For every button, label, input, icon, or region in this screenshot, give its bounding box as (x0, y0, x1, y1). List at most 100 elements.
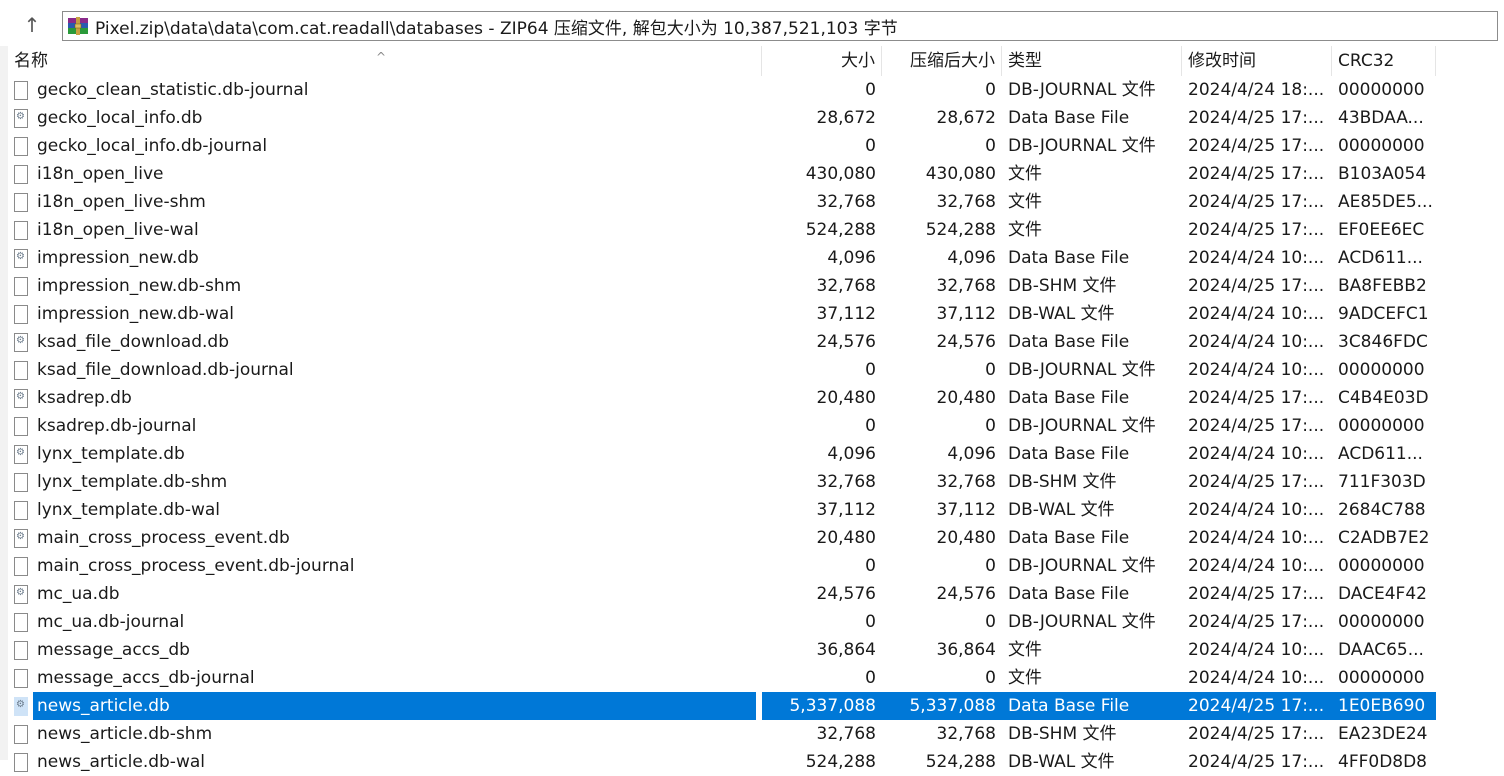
file-name-cell[interactable]: impression_new.db (8, 244, 762, 272)
file-name: lynx_template.db-wal (37, 500, 221, 520)
file-name-cell[interactable]: ksadrep.db-journal (8, 412, 762, 440)
file-name-cell[interactable]: lynx_template.db-wal (8, 496, 762, 524)
file-size-cell: 0 (865, 136, 876, 156)
file-name-cell[interactable]: lynx_template.db (8, 440, 762, 468)
file-name-cell[interactable]: main_cross_process_event.db-journal (8, 552, 762, 580)
table-row[interactable]: ksadrep.db 20,480 20,480 Data Base File 2024… (8, 384, 1504, 412)
file-name-cell[interactable]: i18n_open_live-wal (8, 216, 762, 244)
column-header-compressed[interactable]: 压缩后大小 (882, 46, 1002, 76)
table-row[interactable]: ksad_file_download.db-journal 0 0 DB-JOURNA… (8, 356, 1504, 384)
file-type-cell: DB-SHM 文件 (1008, 472, 1117, 492)
file-name: gecko_clean_statistic.db-journal (37, 80, 309, 100)
table-row[interactable]: impression_new.db 4,096 4,096 Data Base Fil… (8, 244, 1504, 272)
file-name: i18n_open_live-shm (37, 192, 206, 212)
table-row[interactable]: gecko_clean_statistic.db-journal 0 0 DB-JOU… (8, 76, 1504, 104)
file-name-cell[interactable]: gecko_local_info.db-journal (8, 132, 762, 160)
file-type-cell: DB-SHM 文件 (1008, 724, 1117, 744)
file-name-cell[interactable]: gecko_local_info.db (8, 104, 762, 132)
file-name-cell[interactable]: impression_new.db-shm (8, 272, 762, 300)
file-type-cell: 文件 (1008, 192, 1042, 212)
file-name: lynx_template.db-shm (37, 472, 228, 492)
file-name-cell[interactable]: news_article.db-shm (8, 720, 762, 748)
table-row[interactable]: news_article.db5,337,0885,337,088Data Ba… (8, 692, 1504, 720)
crc32-cell: DAAC65... (1338, 640, 1424, 660)
table-row[interactable]: news_article.db-wal 524,288 524,288 DB-WAL … (8, 748, 1504, 776)
column-header-name[interactable]: 名称 ^ (8, 46, 762, 76)
file-name: i18n_open_live (37, 164, 164, 184)
compressed-size-cell: 0 (985, 360, 996, 380)
file-name: impression_new.db (37, 248, 199, 268)
file-icon (14, 80, 28, 100)
crc32-cell: EA23DE24 (1338, 724, 1428, 744)
table-row[interactable]: i18n_open_live-wal 524,288 524,288 文件 2024/4… (8, 216, 1504, 244)
modified-time-cell: 2024/4/24 10:... (1188, 528, 1325, 548)
file-name-cell[interactable]: main_cross_process_event.db (8, 524, 762, 552)
file-name-cell[interactable]: i18n_open_live (8, 160, 762, 188)
file-name-cell[interactable]: ksadrep.db (8, 384, 762, 412)
file-name-cell[interactable]: lynx_template.db-shm (8, 468, 762, 496)
crc32-cell: 00000000 (1338, 612, 1425, 632)
file-size-cell: 32,768 (816, 724, 876, 744)
table-row[interactable]: main_cross_process_event.db-journal 0 0 DB-… (8, 552, 1504, 580)
crc32-cell: EF0EE6EC (1338, 220, 1425, 240)
column-header-type[interactable]: 类型 (1002, 46, 1182, 76)
table-row[interactable]: lynx_template.db 4,096 4,096 Data Base File… (8, 440, 1504, 468)
file-type-cell: DB-WAL 文件 (1008, 304, 1115, 324)
file-size-cell: 32,768 (816, 472, 876, 492)
file-icon (14, 136, 28, 156)
table-row[interactable]: ksad_file_download.db 24,576 24,576 Data Ba… (8, 328, 1504, 356)
file-list: 名称 ^ 大小 压缩后大小 类型 修改时间 CRC32 gecko_clean_… (8, 46, 1504, 772)
table-row[interactable]: lynx_template.db-wal 37,112 37,112 DB-WAL 文… (8, 496, 1504, 524)
file-name: ksadrep.db (37, 388, 132, 408)
modified-time-cell: 2024/4/24 10:... (1188, 500, 1325, 520)
file-name-cell[interactable]: mc_ua.db-journal (8, 608, 762, 636)
table-row[interactable]: lynx_template.db-shm 32,768 32,768 DB-SHM 文… (8, 468, 1504, 496)
file-size-cell: 0 (865, 612, 876, 632)
db-file-icon (14, 388, 28, 408)
compressed-size-cell: 37,112 (936, 304, 996, 324)
file-name-cell[interactable]: news_article.db-wal (8, 748, 762, 776)
table-row[interactable]: news_article.db-shm 32,768 32,768 DB-SHM 文件… (8, 720, 1504, 748)
file-size-cell: 524,288 (805, 220, 876, 240)
column-header-size-label: 大小 (841, 51, 875, 71)
file-type-cell: DB-JOURNAL 文件 (1008, 136, 1156, 156)
table-row[interactable]: main_cross_process_event.db 20,480 20,480 D… (8, 524, 1504, 552)
file-icon (14, 276, 28, 296)
compressed-size-cell: 32,768 (936, 724, 996, 744)
table-row[interactable]: message_accs_db-journal 0 0 文件 2024/4/24 10:… (8, 664, 1504, 692)
column-header-crc[interactable]: CRC32 (1332, 46, 1436, 76)
file-name-cell[interactable]: message_accs_db-journal (8, 664, 762, 692)
table-row[interactable]: impression_new.db-shm 32,768 32,768 DB-SHM … (8, 272, 1504, 300)
table-row[interactable]: mc_ua.db-journal 0 0 DB-JOURNAL 文件 2024/4/25… (8, 608, 1504, 636)
table-row[interactable]: gecko_local_info.db-journal 0 0 DB-JOURNAL … (8, 132, 1504, 160)
crc32-cell: BA8FEBB2 (1338, 276, 1427, 296)
up-folder-button[interactable]: ↑ (14, 10, 50, 40)
file-size-cell: 0 (865, 416, 876, 436)
file-icon (14, 668, 28, 688)
file-name-cell[interactable]: ksad_file_download.db (8, 328, 762, 356)
file-size-cell: 20,480 (816, 528, 876, 548)
table-row[interactable]: mc_ua.db 24,576 24,576 Data Base File 2024/4… (8, 580, 1504, 608)
table-row[interactable]: gecko_local_info.db 28,672 28,672 Data Base… (8, 104, 1504, 132)
file-name-cell[interactable]: impression_new.db-wal (8, 300, 762, 328)
table-row[interactable]: impression_new.db-wal 37,112 37,112 DB-WAL … (8, 300, 1504, 328)
compressed-size-cell: 5,337,088 (882, 692, 1002, 720)
file-name-cell[interactable]: mc_ua.db (8, 580, 762, 608)
file-name-cell[interactable]: ksad_file_download.db-journal (8, 356, 762, 384)
column-header-modified[interactable]: 修改时间 (1182, 46, 1332, 76)
file-name-cell[interactable]: i18n_open_live-shm (8, 188, 762, 216)
table-row[interactable]: message_accs_db 36,864 36,864 文件 2024/4/24 1… (8, 636, 1504, 664)
file-name-cell[interactable]: news_article.db (8, 692, 762, 720)
column-header-size[interactable]: 大小 (762, 46, 882, 76)
table-row[interactable]: i18n_open_live 430,080 430,080 文件 2024/4/25 … (8, 160, 1504, 188)
table-row[interactable]: i18n_open_live-shm 32,768 32,768 文件 2024/4/2… (8, 188, 1504, 216)
file-name: main_cross_process_event.db (37, 528, 290, 548)
file-name: message_accs_db (37, 640, 190, 660)
address-field[interactable]: Pixel.zip\data\data\com.cat.readall\data… (62, 11, 1498, 41)
file-icon (14, 304, 28, 324)
table-row[interactable]: ksadrep.db-journal 0 0 DB-JOURNAL 文件 2024/4/… (8, 412, 1504, 440)
file-name-cell[interactable]: gecko_clean_statistic.db-journal (8, 76, 762, 104)
crc32-cell: 00000000 (1338, 668, 1425, 688)
file-size-cell: 4,096 (827, 444, 876, 464)
file-name-cell[interactable]: message_accs_db (8, 636, 762, 664)
